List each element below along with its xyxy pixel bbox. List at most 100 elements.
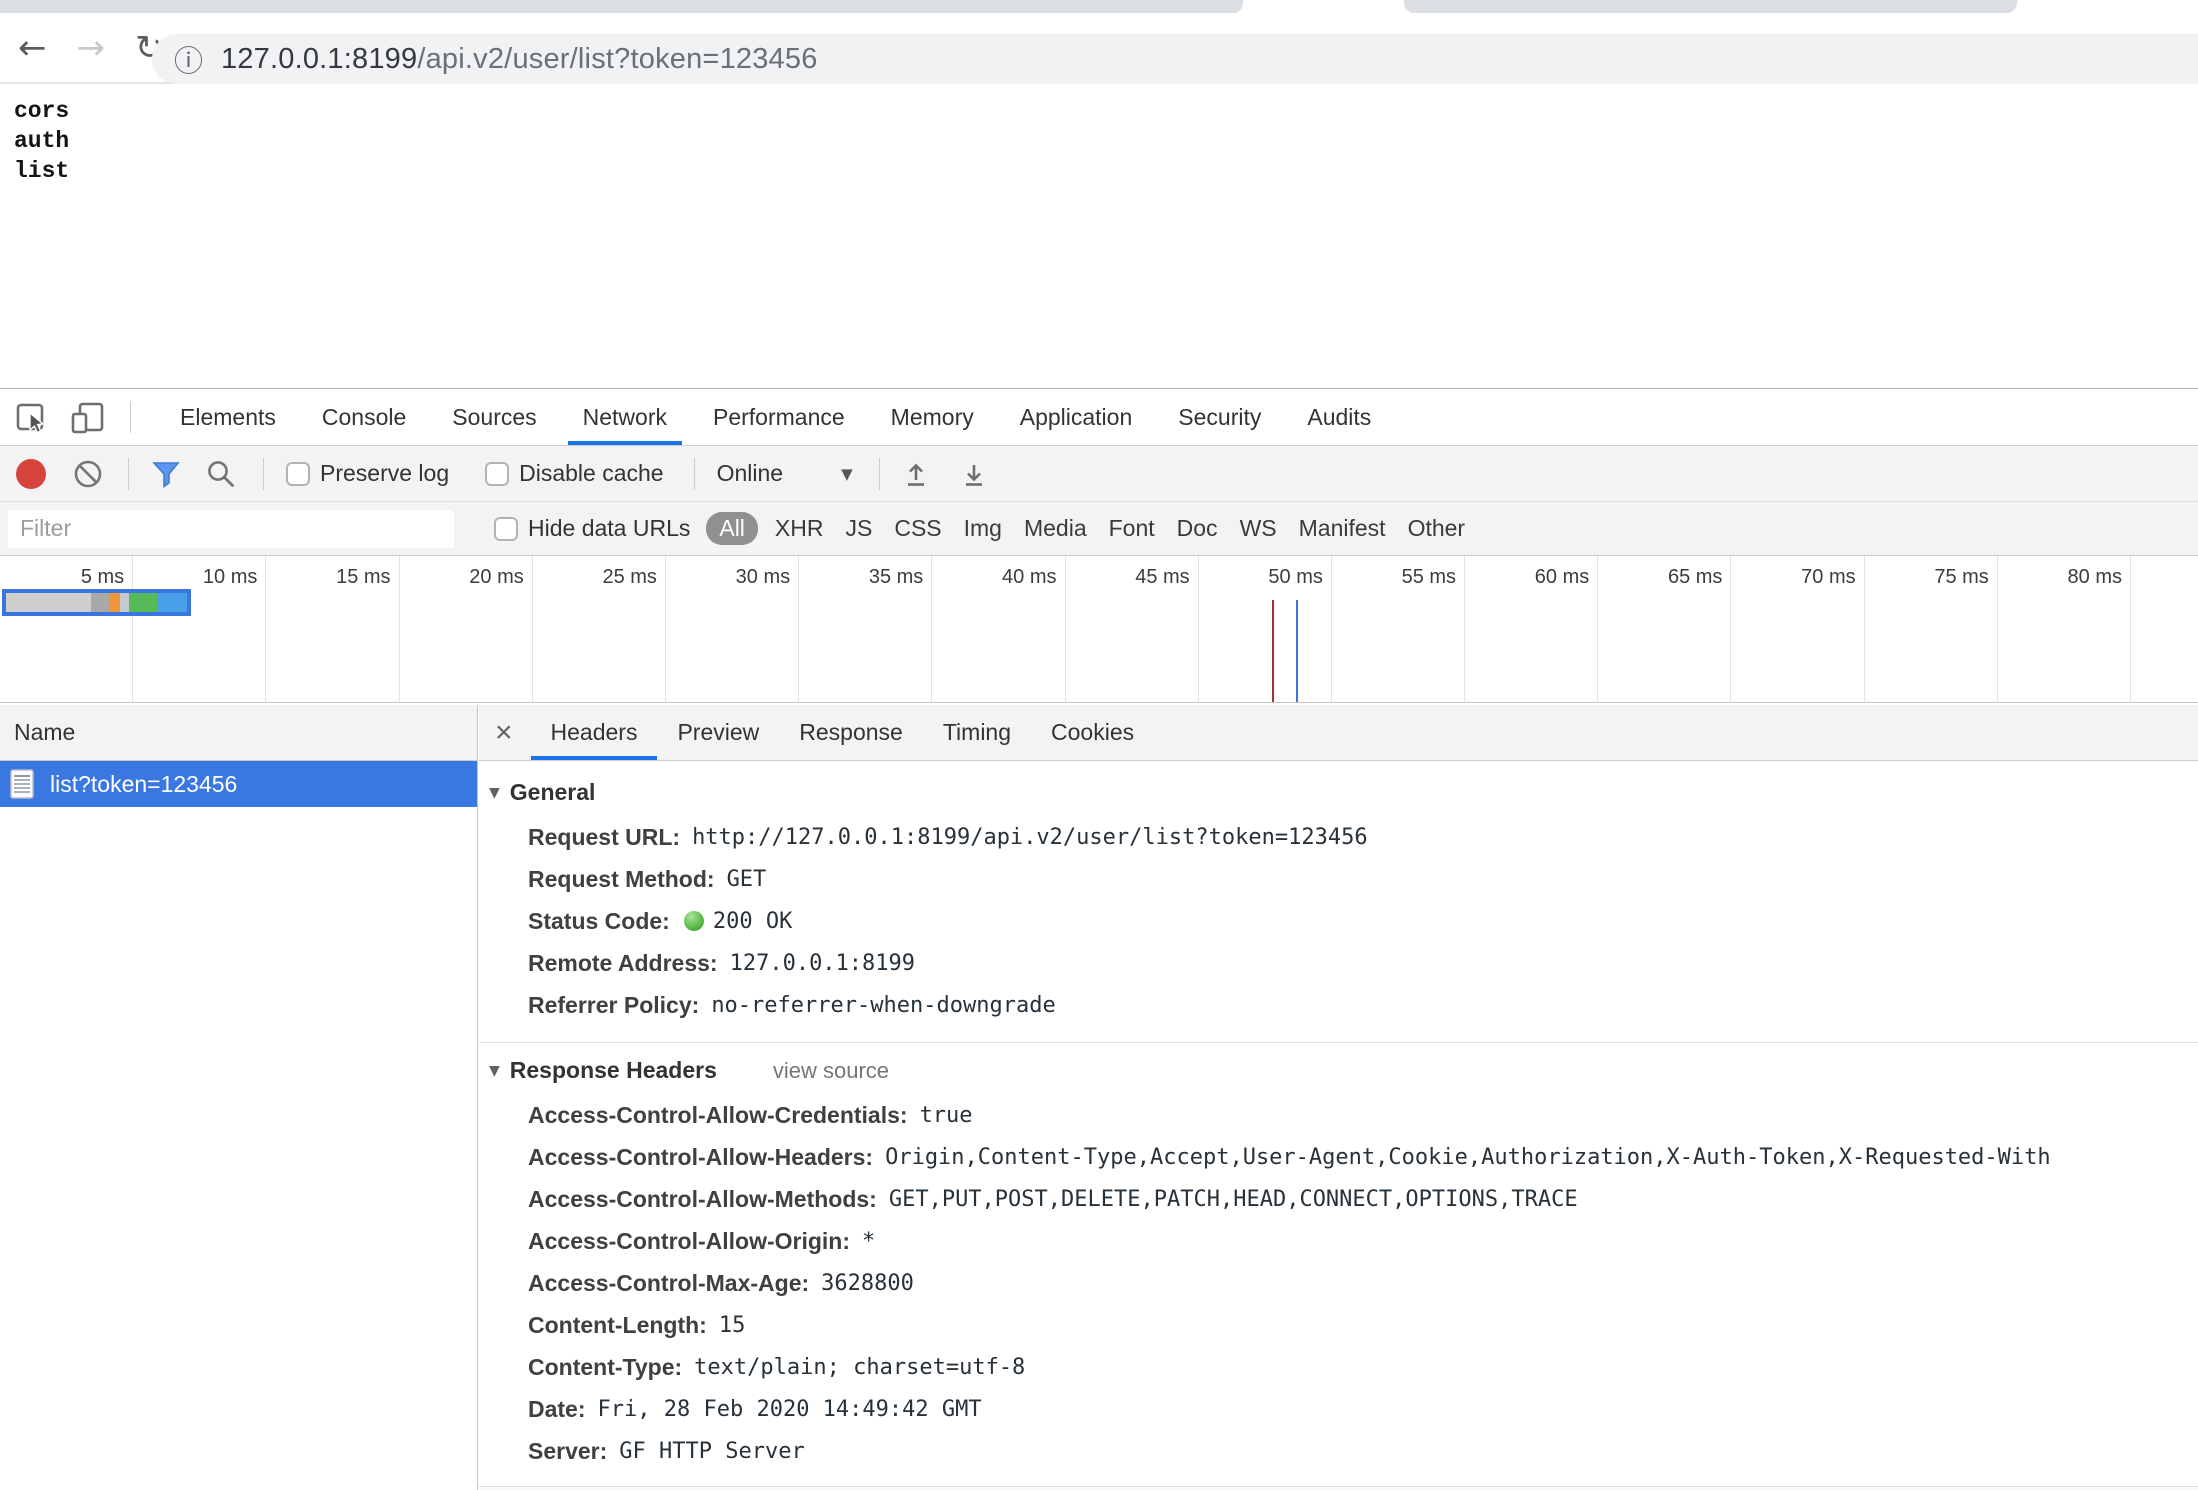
collapse-triangle-icon: ▼ [489,785,500,801]
export-har-icon[interactable] [960,460,988,488]
header-name: Request Method: [528,866,715,893]
record-icon[interactable] [16,459,46,489]
network-overview-timeline: 5 ms10 ms15 ms20 ms25 ms30 ms35 ms40 ms4… [0,556,2198,703]
network-toolbar: Preserve log Disable cache Online ▼ [0,446,2198,502]
page-text-line: auth [14,126,2198,156]
inactive-tab-area[interactable] [0,0,1243,13]
preserve-log-checkbox[interactable] [286,462,310,486]
details-tab[interactable]: Headers [531,705,658,760]
devtools-tab[interactable]: Application [997,389,1156,445]
request-type-filter[interactable]: All [706,512,758,545]
devtools-tab[interactable]: Network [560,389,690,445]
inspect-element-icon[interactable] [14,399,50,435]
timeline-tick: 25 ms [533,556,666,702]
back-icon[interactable]: ← [18,31,47,65]
request-type-filter[interactable]: Font [1098,515,1166,542]
response-headers-section-header[interactable]: ▼ Response Headers view source [489,1057,2198,1084]
header-row: Content-Length: 15 [528,1304,2198,1346]
request-type-filter[interactable]: Doc [1166,515,1229,542]
header-name: Date: [528,1396,586,1423]
devtools-tab[interactable]: Performance [690,389,868,445]
devtools-tab[interactable]: Console [299,389,429,445]
header-value: no-referrer-when-downgrade [711,993,1055,1018]
chevron-down-icon: ▼ [841,465,853,483]
devtools-tab[interactable]: Elements [157,389,299,445]
clear-icon[interactable] [72,458,104,490]
browser-toolbar: ← → ↻ ⓘ 127.0.0.1:8199/api.v2/user/list?… [0,13,2198,84]
timeline-tick: 80 ms [1998,556,2131,702]
header-name: Content-Type: [528,1354,682,1381]
preserve-log-label: Preserve log [320,460,449,487]
filter-input[interactable] [8,510,454,548]
header-row: Referrer Policy: no-referrer-when-downgr… [528,984,2198,1026]
header-row: Date: Fri, 28 Feb 2020 14:49:42 GMT [528,1388,2198,1430]
request-type-filter[interactable]: WS [1229,515,1288,542]
header-row: Access-Control-Allow-Headers: Origin,Con… [528,1136,2198,1178]
request-type-filter[interactable]: Other [1397,515,1477,542]
filter-funnel-icon[interactable] [151,459,181,489]
header-row: Request URL: http://127.0.0.1:8199/api.v… [528,816,2198,858]
hide-data-urls-label: Hide data URLs [528,515,690,542]
header-name: Referrer Policy: [528,992,699,1019]
next-section-separator [479,1486,2198,1490]
request-row[interactable]: list?token=123456 [0,761,477,807]
url-text: 127.0.0.1:8199/api.v2/user/list?token=12… [221,43,818,76]
request-name: list?token=123456 [50,771,237,798]
info-icon[interactable]: ⓘ [174,38,203,80]
header-value: http://127.0.0.1:8199/api.v2/user/list?t… [692,825,1368,850]
timeline-tick: 55 ms [1332,556,1465,702]
url-host: 127.0.0.1:8199 [221,43,417,75]
domcontentloaded-event-line [1296,600,1298,702]
request-type-filter[interactable]: JS [834,515,883,542]
header-row: Access-Control-Allow-Credentials: true [528,1094,2198,1136]
close-icon[interactable]: × [495,718,513,748]
header-name: Access-Control-Max-Age: [528,1270,809,1297]
request-type-filter[interactable]: XHR [764,515,835,542]
header-value: GET,PUT,POST,DELETE,PATCH,HEAD,CONNECT,O… [889,1187,1578,1212]
timeline-tick: 15 ms [266,556,399,702]
browser-window: ← → ↻ ⓘ 127.0.0.1:8199/api.v2/user/list?… [0,0,2198,1490]
details-tab[interactable]: Preview [657,705,779,760]
timeline-tick: 50 ms [1199,556,1332,702]
devtools-tab[interactable]: Security [1155,389,1284,445]
timeline-tick: 70 ms [1731,556,1864,702]
forward-icon[interactable]: → [77,31,106,65]
import-har-icon[interactable] [902,460,930,488]
header-name: Access-Control-Allow-Credentials: [528,1102,908,1129]
header-name: Content-Length: [528,1312,707,1339]
timeline-tick: 10 ms [133,556,266,702]
header-value: * [862,1229,875,1254]
timeline-tick: 35 ms [799,556,932,702]
header-row: Access-Control-Max-Age: 3628800 [528,1262,2198,1304]
toolbar-divider [879,458,880,490]
general-section-header[interactable]: ▼ General [489,779,2198,806]
devtools-tabbar: ElementsConsoleSourcesNetworkPerformance… [0,389,2198,446]
inactive-tab-area[interactable] [1404,0,2017,13]
timeline-tick: 5 ms [0,556,133,702]
toolbar-divider [128,458,129,490]
address-bar[interactable]: ⓘ 127.0.0.1:8199/api.v2/user/list?token=… [152,34,2198,84]
request-type-filter[interactable]: Media [1013,515,1098,542]
request-type-filter[interactable]: Img [953,515,1013,542]
timeline-tick: 40 ms [932,556,1065,702]
devtools-tab[interactable]: Memory [868,389,997,445]
disable-cache-checkbox[interactable] [485,462,509,486]
details-tab[interactable]: Response [779,705,923,760]
details-tab[interactable]: Cookies [1031,705,1154,760]
search-icon[interactable] [205,458,237,490]
status-ok-icon [684,911,704,931]
name-column-header[interactable]: Name [0,705,477,761]
device-toolbar-icon[interactable] [70,399,106,435]
hide-data-urls-checkbox[interactable] [494,517,518,541]
header-name: Access-Control-Allow-Headers: [528,1144,873,1171]
header-name: Access-Control-Allow-Origin: [528,1228,850,1255]
headers-view: ▼ General Request URL: http://127.0.0.1:… [479,761,2198,1490]
request-type-filter[interactable]: CSS [883,515,952,542]
devtools-tab[interactable]: Sources [429,389,559,445]
request-type-filter[interactable]: Manifest [1288,515,1397,542]
details-tab[interactable]: Timing [923,705,1031,760]
view-source-link[interactable]: view source [773,1058,889,1084]
throttling-dropdown[interactable]: Online ▼ [717,460,853,487]
page-text-line: list [14,156,2198,186]
devtools-tab[interactable]: Audits [1284,389,1394,445]
